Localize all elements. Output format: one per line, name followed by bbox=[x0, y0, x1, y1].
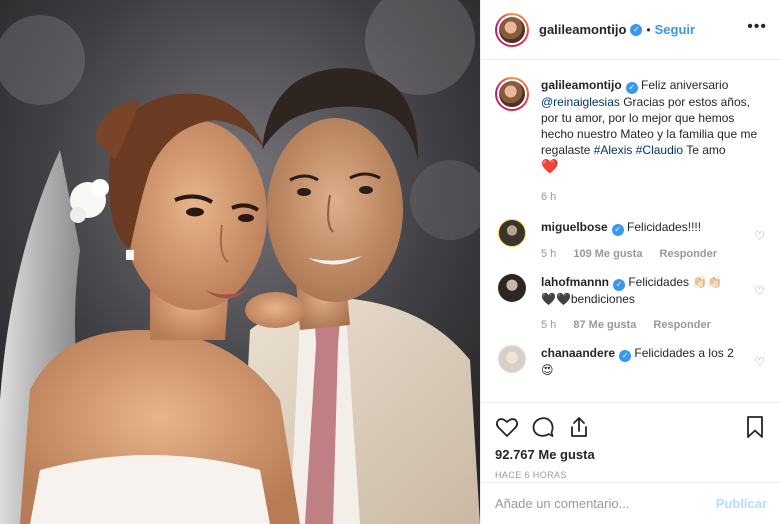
comment-item: lahofmannn ✓ Felicidades 👏🏻👏🏻 🖤🖤bendicion… bbox=[495, 274, 767, 333]
reply-button[interactable]: Responder bbox=[660, 248, 717, 260]
caption-text: Feliz aniversario bbox=[637, 78, 729, 92]
comment-icon[interactable] bbox=[531, 415, 555, 439]
post-photo[interactable] bbox=[0, 0, 480, 524]
comment-username[interactable]: chanaandere bbox=[541, 346, 615, 360]
reply-button[interactable]: Responder bbox=[653, 319, 710, 331]
bookmark-icon[interactable] bbox=[743, 415, 767, 439]
comment-username[interactable]: miguelbose bbox=[541, 220, 608, 234]
heart-icon[interactable] bbox=[495, 415, 519, 439]
post-actions: 92.767 Me gusta HACE 6 HORAS bbox=[481, 402, 781, 482]
commenter-avatar[interactable] bbox=[498, 274, 526, 302]
commenter-avatar[interactable] bbox=[498, 219, 526, 247]
commenter-avatar[interactable] bbox=[498, 345, 526, 373]
post-side-panel: galileamontijo ✓ • Seguir ••• galileamon… bbox=[480, 0, 781, 524]
verified-badge-icon: ✓ bbox=[613, 279, 625, 291]
verified-badge-icon: ✓ bbox=[619, 350, 632, 362]
comment-item: miguelbose ✓ Felicidades!!!! 5 h 109 Me g… bbox=[495, 219, 767, 262]
comment-time[interactable]: 5 h bbox=[541, 319, 556, 331]
share-icon[interactable] bbox=[567, 415, 591, 439]
verified-badge-icon: ✓ bbox=[611, 224, 624, 236]
caption-username[interactable]: galileamontijo bbox=[541, 78, 622, 92]
publish-button[interactable]: Publicar bbox=[716, 496, 767, 511]
small-heart-icon[interactable]: ♡ bbox=[754, 229, 765, 243]
comment-text: Felicidades!!!! bbox=[627, 220, 702, 234]
comment-input[interactable] bbox=[495, 496, 716, 511]
separator-dot: • bbox=[646, 22, 651, 37]
add-comment-bar: Publicar bbox=[481, 482, 781, 524]
likes-count[interactable]: 92.767 Me gusta bbox=[495, 447, 767, 462]
more-options-icon[interactable]: ••• bbox=[747, 19, 767, 35]
comment-likes[interactable]: 109 Me gusta bbox=[573, 248, 642, 260]
caption-avatar[interactable] bbox=[495, 77, 529, 111]
hashtag-link[interactable]: #Claudio bbox=[636, 143, 683, 157]
post-header: galileamontijo ✓ • Seguir ••• bbox=[481, 0, 781, 60]
comment-username[interactable]: lahofmannn bbox=[541, 275, 609, 289]
wedding-couple-image bbox=[0, 0, 480, 524]
verified-badge-icon: ✓ bbox=[625, 82, 638, 94]
caption-text: Te amo bbox=[683, 143, 726, 157]
comments-list[interactable]: galileamontijo ✓ Feliz aniversario @reina… bbox=[481, 61, 781, 401]
post-time-ago[interactable]: HACE 6 HORAS bbox=[495, 470, 767, 480]
heart-emoji: ❤️ bbox=[541, 158, 559, 174]
follow-button[interactable]: Seguir bbox=[655, 22, 695, 37]
comment-item: chanaandere ✓ Felicidades a los 2 😍 ♡ bbox=[495, 345, 767, 378]
comment-likes[interactable]: 87 Me gusta bbox=[573, 319, 636, 331]
comment-time[interactable]: 5 h bbox=[541, 248, 556, 260]
verified-badge-icon: ✓ bbox=[630, 23, 643, 36]
author-avatar[interactable] bbox=[495, 12, 529, 47]
hashtag-link[interactable]: #Alexis bbox=[594, 143, 633, 157]
small-heart-icon[interactable]: ♡ bbox=[754, 284, 765, 298]
small-heart-icon[interactable]: ♡ bbox=[754, 355, 765, 369]
mention-link[interactable]: @reinaiglesias bbox=[541, 95, 620, 109]
caption: galileamontijo ✓ Feliz aniversario @reina… bbox=[495, 77, 767, 205]
author-username[interactable]: galileamontijo bbox=[539, 22, 626, 37]
caption-time[interactable]: 6 h bbox=[541, 191, 556, 203]
